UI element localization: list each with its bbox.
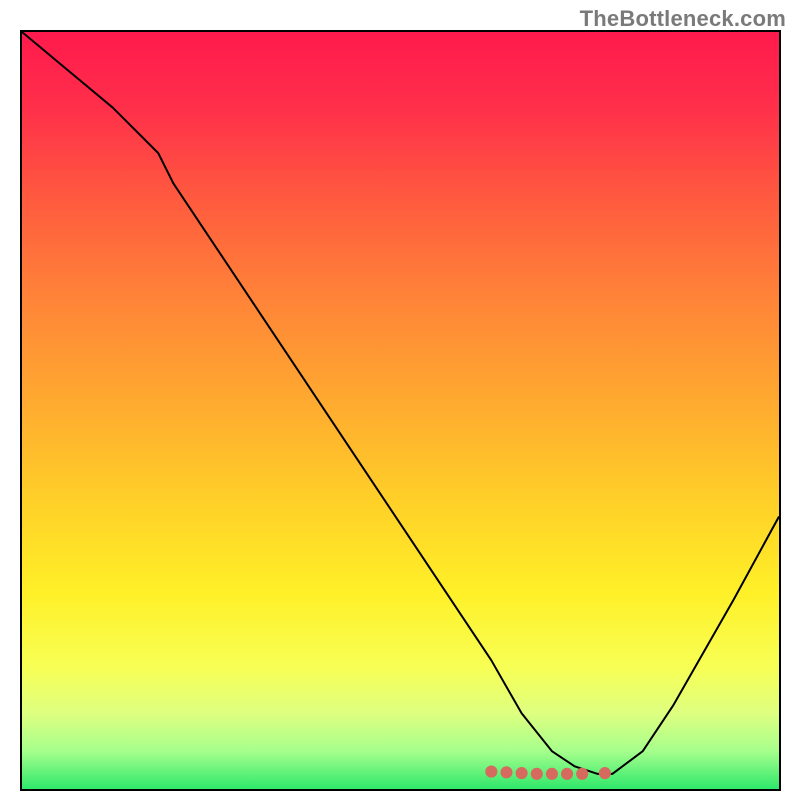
- threshold-marker: [516, 767, 528, 779]
- threshold-marker: [500, 766, 512, 778]
- chart-svg: [22, 32, 779, 789]
- threshold-marker: [599, 767, 611, 779]
- threshold-marker: [561, 768, 573, 780]
- plot-area: [22, 32, 779, 789]
- watermark-text: TheBottleneck.com: [580, 6, 786, 32]
- gradient-background: [22, 32, 779, 789]
- threshold-marker: [531, 768, 543, 780]
- plot-frame: [20, 30, 781, 791]
- threshold-marker: [546, 768, 558, 780]
- threshold-marker: [576, 768, 588, 780]
- threshold-marker: [485, 766, 497, 778]
